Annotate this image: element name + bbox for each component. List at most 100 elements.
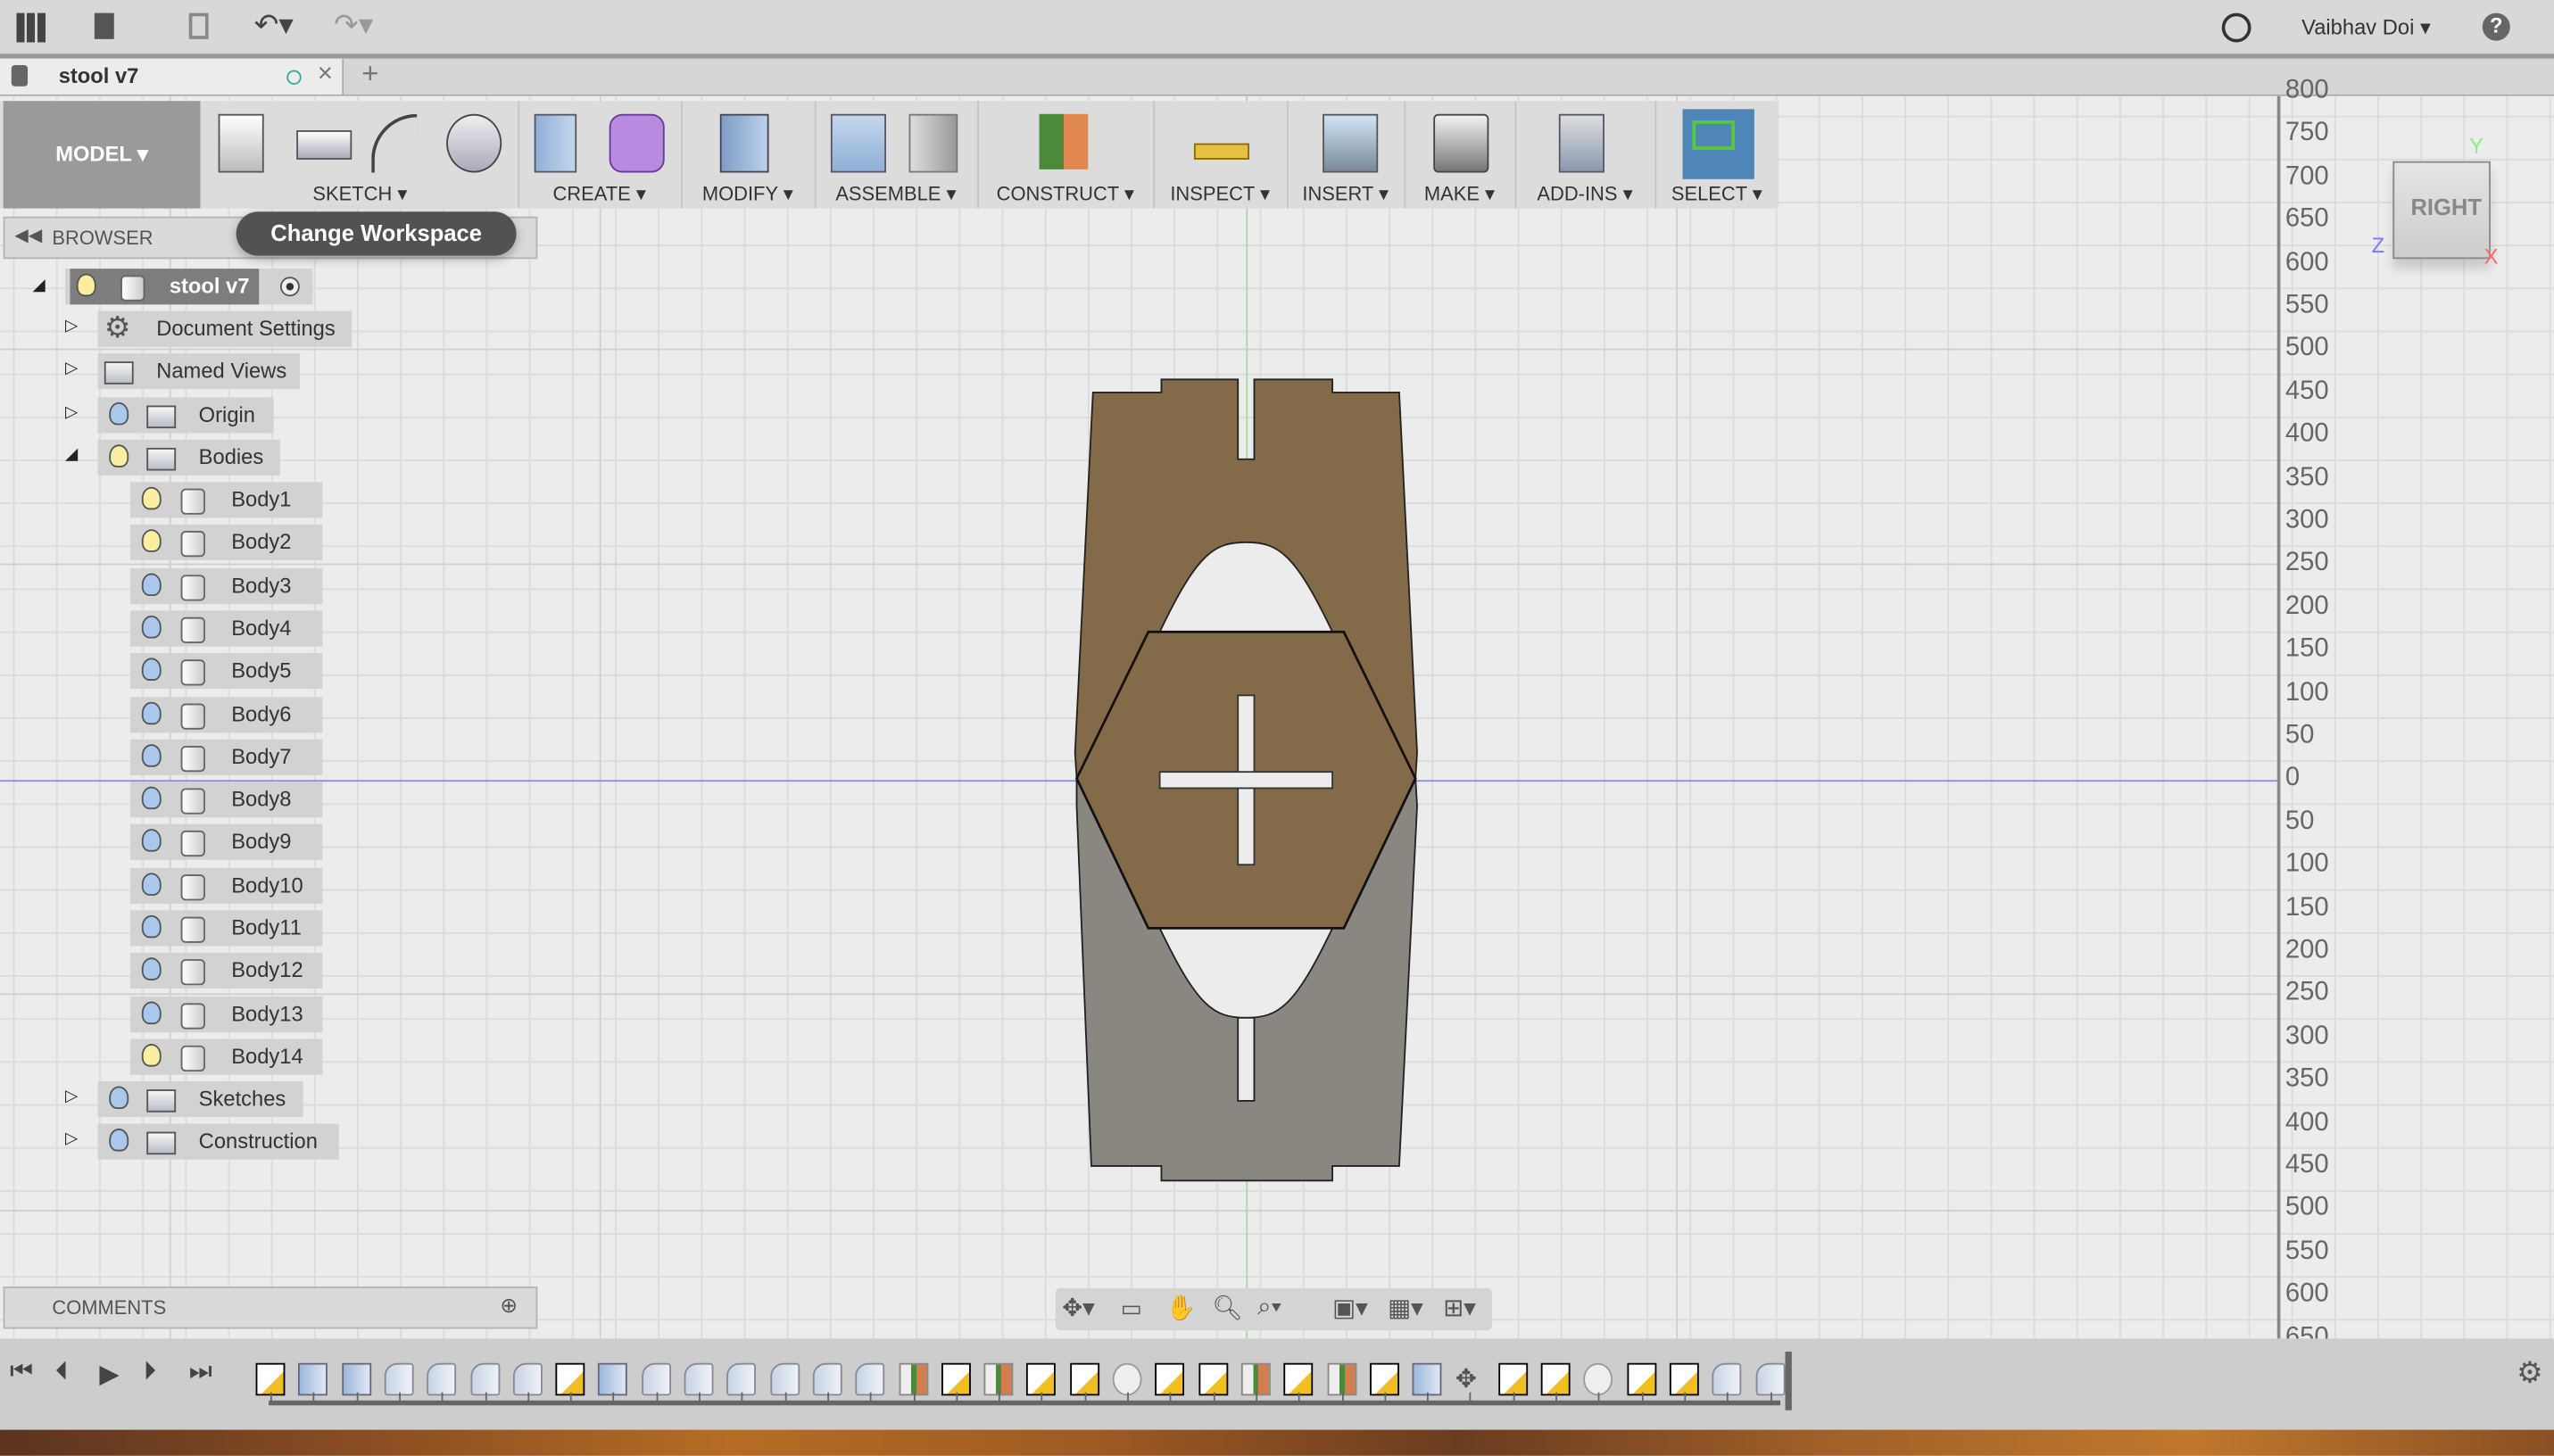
visibility-bulb-icon[interactable] <box>141 1043 162 1067</box>
timeline-sketch-icon[interactable] <box>1540 1362 1571 1396</box>
arc-icon[interactable] <box>371 113 418 173</box>
timeline-fillet-icon[interactable] <box>855 1362 885 1396</box>
make-group[interactable]: MAKE ▾ <box>1404 101 1517 209</box>
visibility-bulb-icon[interactable] <box>141 1000 162 1024</box>
visibility-bulb-icon[interactable] <box>141 572 162 596</box>
visibility-bulb-icon[interactable] <box>141 957 162 981</box>
new-component-icon[interactable] <box>830 113 886 173</box>
timeline-fillet-icon[interactable] <box>812 1362 842 1396</box>
look-at-icon[interactable]: ▭ <box>1121 1295 1142 1322</box>
view-cube-face[interactable]: RIGHT <box>2410 194 2482 219</box>
construct-menu[interactable]: CONSTRUCT ▾ <box>977 182 1153 205</box>
visibility-bulb-icon[interactable] <box>109 1086 129 1110</box>
expand-icon[interactable]: ▷ <box>65 360 78 378</box>
modify-group[interactable]: MODIFY ▾ <box>681 101 817 209</box>
extrude-icon[interactable] <box>534 113 577 173</box>
fit-icon[interactable]: ⌕▾ <box>1257 1293 1281 1320</box>
tree-item-body6[interactable]: Body6 <box>130 696 323 732</box>
form-icon[interactable] <box>609 113 665 173</box>
timeline-fillet-icon[interactable] <box>427 1362 457 1396</box>
visibility-bulb-icon[interactable] <box>141 615 162 639</box>
offset-plane-icon[interactable] <box>1039 113 1089 170</box>
modify-menu[interactable]: MODIFY ▾ <box>681 182 815 205</box>
tree-item-construction[interactable]: Construction <box>97 1123 339 1161</box>
create-sketch-icon[interactable] <box>218 113 264 173</box>
grid-settings-icon[interactable]: ▦▾ <box>1388 1293 1423 1322</box>
tree-item-document-settings[interactable]: ⚙ Document Settings <box>97 310 352 347</box>
expand-icon[interactable]: ▷ <box>65 403 78 421</box>
timeline-fillet-icon[interactable] <box>726 1362 757 1396</box>
sketch-menu[interactable]: SKETCH ▾ <box>202 182 518 205</box>
visibility-bulb-icon[interactable] <box>141 486 162 510</box>
timeline-plane-icon[interactable] <box>1326 1362 1356 1396</box>
timeline-fillet-icon[interactable] <box>384 1362 414 1396</box>
inspect-group[interactable]: INSPECT ▾ <box>1153 101 1289 209</box>
tree-item-body7[interactable]: Body7 <box>130 739 323 775</box>
add-ins-group[interactable]: ADD-INS ▾ <box>1515 101 1657 209</box>
tree-item-body9[interactable]: Body9 <box>130 824 323 861</box>
orbit-icon[interactable]: ✥▾ <box>1062 1293 1095 1322</box>
timeline-fillet-icon[interactable] <box>684 1362 714 1396</box>
timeline-sketch-icon[interactable] <box>1026 1362 1057 1396</box>
tree-item-origin[interactable]: Origin <box>97 396 274 433</box>
select-group[interactable]: SELECT ▾ <box>1655 101 1779 208</box>
insert-menu[interactable]: INSERT ▾ <box>1287 182 1404 205</box>
select-menu[interactable]: SELECT ▾ <box>1655 182 1779 205</box>
sketch-group[interactable]: SKETCH ▾ <box>202 101 520 209</box>
timeline-fillet-icon[interactable] <box>769 1362 800 1396</box>
timeline-fillet-icon[interactable] <box>1754 1362 1785 1396</box>
timeline-fillet-icon[interactable] <box>469 1362 500 1396</box>
expand-icon[interactable]: ▷ <box>65 1130 78 1148</box>
step-back-button[interactable]: ⏴ <box>55 1358 69 1387</box>
visibility-bulb-icon[interactable] <box>109 401 129 425</box>
timeline-sketch-icon[interactable] <box>1669 1362 1699 1396</box>
tree-item-named-views[interactable]: Named Views <box>97 353 300 390</box>
timeline-sketch-icon[interactable] <box>1369 1362 1399 1396</box>
visibility-bulb-icon[interactable] <box>141 914 162 939</box>
tree-item-sketches[interactable]: Sketches <box>97 1080 303 1118</box>
timeline-sketch-icon[interactable] <box>941 1362 971 1396</box>
visibility-bulb-icon[interactable] <box>141 872 162 896</box>
timeline-extrude-icon[interactable] <box>341 1362 371 1396</box>
activate-radio[interactable] <box>279 277 300 297</box>
tree-item-body12[interactable]: Body12 <box>130 953 323 989</box>
add-ins-menu[interactable]: ADD-INS ▾ <box>1515 182 1655 205</box>
viewport-canvas[interactable] <box>0 95 2554 1339</box>
select-icon[interactable] <box>1682 109 1754 179</box>
timeline-joint-icon[interactable] <box>1112 1362 1142 1396</box>
workspace-switcher[interactable]: MODEL ▾ <box>3 101 201 209</box>
add-comment-icon[interactable]: ⊕ <box>500 1293 518 1319</box>
tree-root-stool-v7[interactable]: stool v7 <box>65 269 313 305</box>
expand-icon[interactable]: ▷ <box>65 1088 78 1105</box>
visibility-bulb-icon[interactable] <box>141 743 162 767</box>
tree-item-body5[interactable]: Body5 <box>130 653 323 690</box>
visibility-bulb-icon[interactable] <box>109 1129 129 1153</box>
measure-icon[interactable] <box>1193 143 1250 160</box>
tree-item-body14[interactable]: Body14 <box>130 1038 323 1075</box>
visibility-bulb-icon[interactable] <box>141 658 162 682</box>
go-to-start-button[interactable]: ⏮ <box>10 1358 33 1387</box>
pan-icon[interactable]: ✋ <box>1166 1293 1197 1322</box>
insert-image-icon[interactable] <box>1323 113 1379 173</box>
timeline-move-icon[interactable]: ✥ <box>1455 1363 1481 1394</box>
view-cube[interactable]: RIGHT <box>2392 161 2491 260</box>
timeline-sketch-icon[interactable] <box>1626 1362 1656 1396</box>
rectangle-icon[interactable] <box>296 130 352 160</box>
timeline-sketch-icon[interactable] <box>555 1362 585 1396</box>
insert-group[interactable]: INSERT ▾ <box>1287 101 1406 209</box>
display-settings-icon[interactable]: ▣▾ <box>1332 1293 1368 1322</box>
tree-item-body8[interactable]: Body8 <box>130 782 323 818</box>
tree-item-body1[interactable]: Body1 <box>130 482 323 518</box>
visibility-bulb-icon[interactable] <box>141 786 162 810</box>
timeline-sketch-icon[interactable] <box>1198 1362 1228 1396</box>
visibility-bulb-icon[interactable] <box>76 273 96 297</box>
visibility-bulb-icon[interactable] <box>109 444 129 467</box>
timeline-sketch-icon[interactable] <box>1069 1362 1099 1396</box>
go-to-end-button[interactable]: ⏭ <box>189 1358 212 1387</box>
inspect-menu[interactable]: INSPECT ▾ <box>1153 182 1287 205</box>
create-group[interactable]: CREATE ▾ <box>518 101 683 209</box>
zoom-icon[interactable]: 🔍︎ <box>1212 1293 1243 1322</box>
tree-item-body2[interactable]: Body2 <box>130 525 323 561</box>
assemble-menu[interactable]: ASSEMBLE ▾ <box>815 182 978 205</box>
press-pull-icon[interactable] <box>719 113 769 173</box>
